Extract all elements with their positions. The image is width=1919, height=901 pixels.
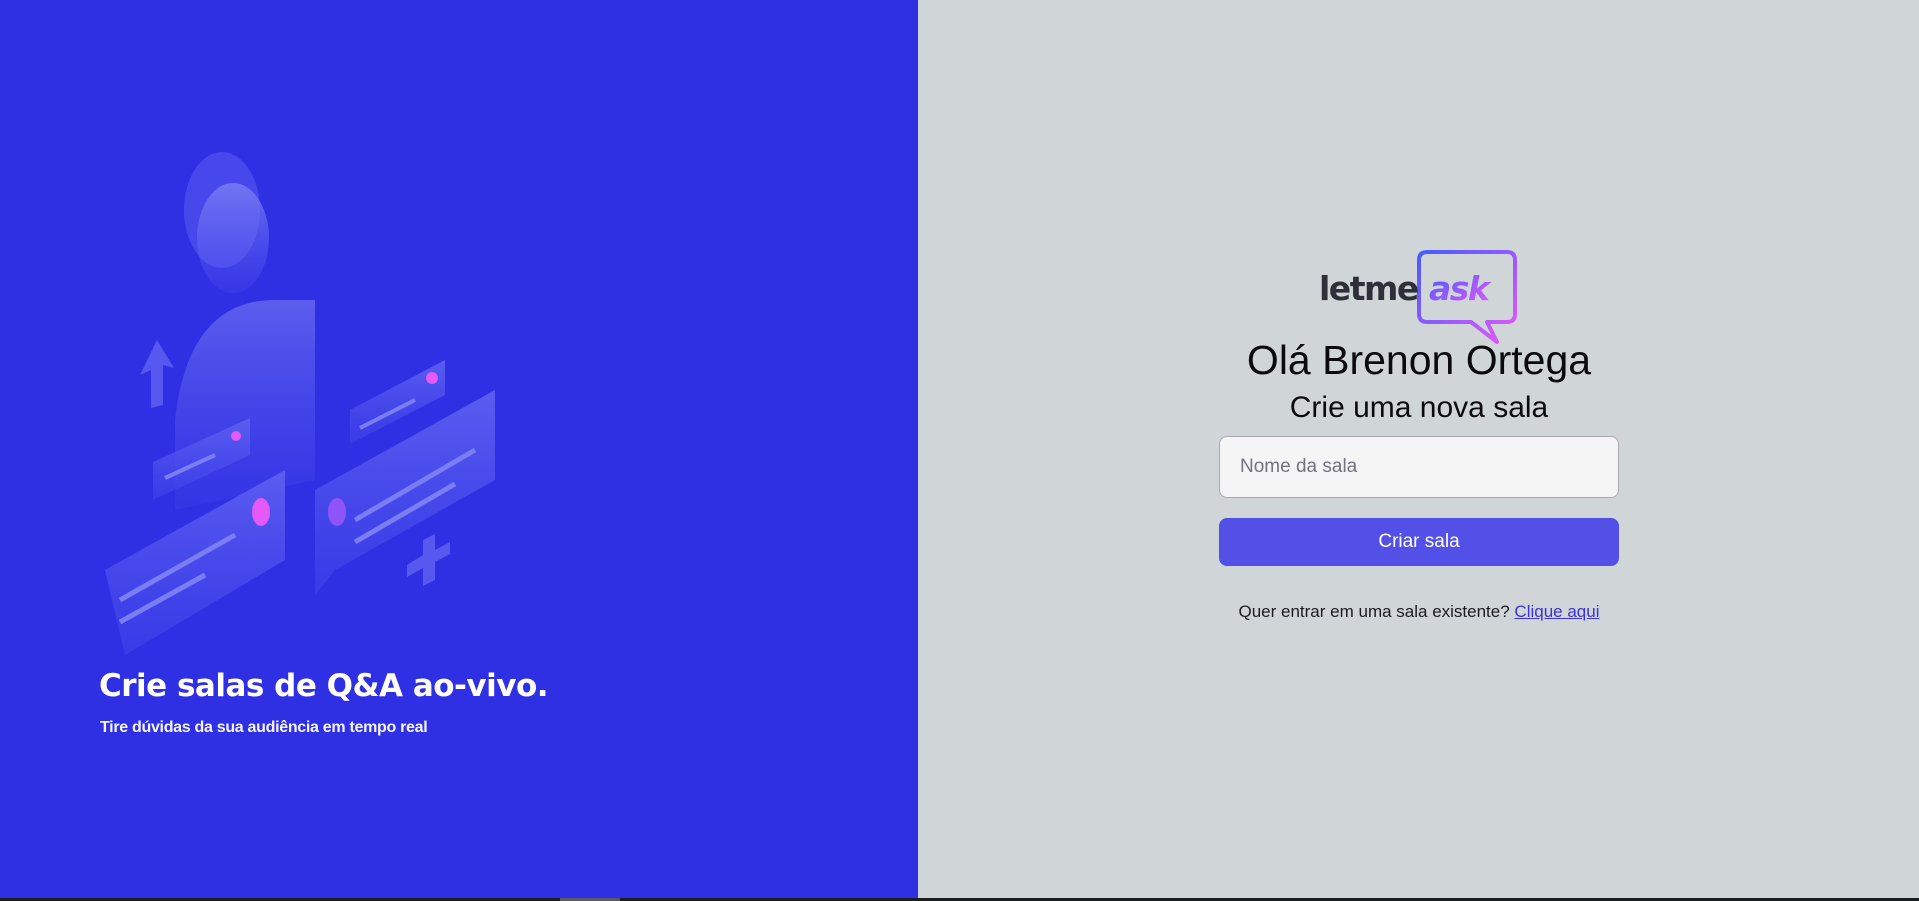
letmeask-logo: letme ask (1319, 250, 1517, 344)
hero-panel: Crie salas de Q&A ao-vivo. Tire dúvidas … (0, 0, 918, 901)
illustration-icon (105, 152, 495, 655)
room-name-input[interactable] (1219, 436, 1619, 498)
greeting-heading: Olá Brenon Ortega (1246, 337, 1592, 383)
create-room-button[interactable]: Criar sala (1219, 518, 1619, 566)
hero-subtitle: Tire dúvidas da sua audiência em tempo r… (100, 719, 428, 736)
svg-text:ask: ask (1429, 269, 1492, 308)
create-room-form: letme ask Olá Brenon Ortega Crie uma nov… (1219, 250, 1619, 622)
svg-text:letme: letme (1319, 269, 1418, 308)
join-room-prompt: Quer entrar em uma sala existente? Cliqu… (1219, 602, 1619, 622)
join-room-text: Quer entrar em uma sala existente? (1238, 602, 1510, 621)
hero-title: Crie salas de Q&A ao-vivo. (99, 668, 549, 704)
create-room-heading: Crie uma nova sala (1289, 391, 1549, 424)
join-room-link[interactable]: Clique aqui (1514, 602, 1599, 621)
